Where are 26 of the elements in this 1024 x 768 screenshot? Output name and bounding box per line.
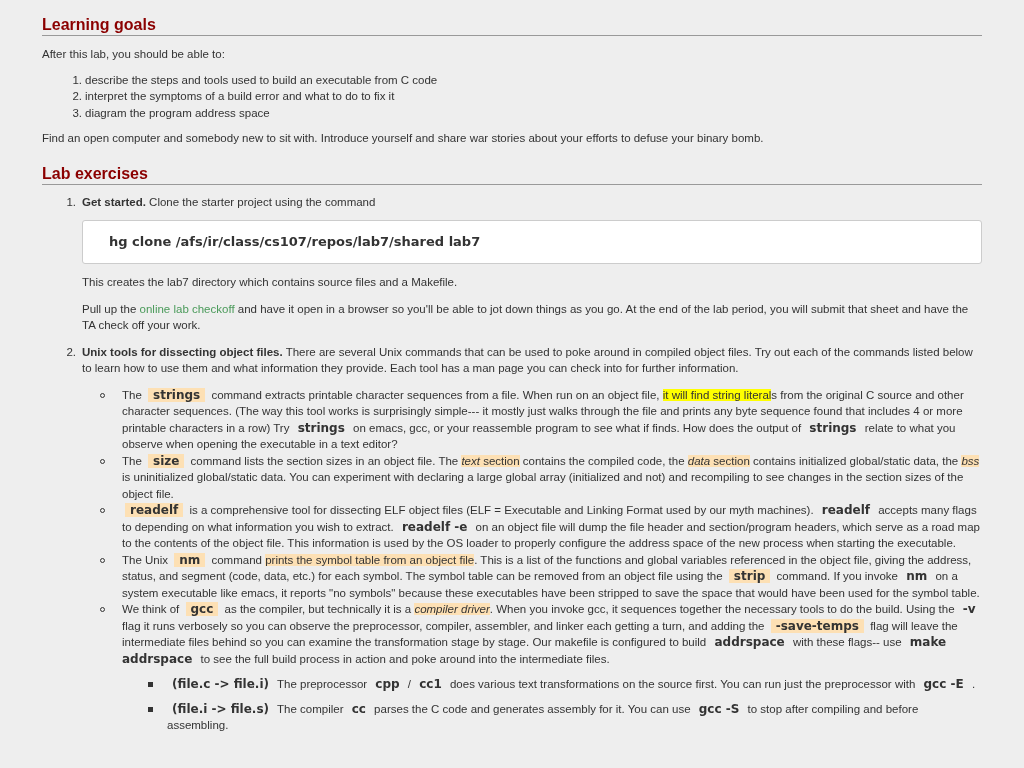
intro-text: After this lab, you should be able to:: [42, 47, 226, 62]
section-heading: Learning goals: [42, 16, 982, 36]
goal-text: describe the steps and tools used to build an executable from C code: [85, 72, 438, 88]
bullet-icon: [148, 682, 153, 687]
bullet-icon: [148, 706, 153, 712]
paragraph: The Unix nm command prints the symbol table from an object file. This is a list of the functions and global variables referenced in the object file, giving the address, status, and segment (code, data, etc.) for each symbol. The symbol table can be removed from an object file using the strip command. If you invoke nm on a system executable like emacs, it reports "no symbols" because these executables have been stripped to save the space that would have been used for the symbol table.: [122, 551, 981, 601]
paragraph: The size command lists the section sizes in an object file. The text section contains the compiled code, the data section contains initialized global/static data, the bss is uninitialized global/static data. You can experiment with declaring a large global array (initialized and not) and recompiling to see changes in the section sizes of the object file.: [122, 452, 981, 502]
section-heading: Lab exercises: [42, 164, 982, 185]
paragraph: This creates the lab7 directory which contains source files and a Makefile.: [82, 275, 459, 290]
list-number: 2.: [71, 89, 82, 104]
goal-text: diagram the program address space: [85, 105, 270, 121]
paragraph: We think of gcc as the compiler, but technically it is a compiler driver. When you invoke gcc, it sequences together the necessary tools to do the build. Using the -v flag it runs verbosely so you can observe the preprocessor, compiler, assembler, and linker each getting a turn, and adding the -save-temps flag will leave the intermediate files behind so you can examine the transformation stage by stage. Our makefile is configured to build addrspace with these flags-- use make addrspace to see the full build process in action and poke around into the intermediate files.: [122, 601, 977, 667]
link[interactable]: online lab checkoff: [139, 302, 235, 315]
paragraph: Pull up the online lab checkoff and have it open in a browser so you'll be able to jot down things as you go. At the end of the lab period, you will submit that sheet and have the TA check off your work.: [82, 301, 970, 333]
paragraph: (file.c -> file.i) The preprocessor cpp / cc1 does various text transformations on the source first. You can run just the preprocessor with gcc -E .: [171, 676, 977, 693]
list-number: 3.: [71, 105, 82, 121]
paragraph: Unix tools for dissecting object files. There are several Unix commands that can be used to poke around in compiled object files. Try out each of the commands listed below to learn how to use them and what information they provide. Each tool has a man page you can check into for further information.: [82, 344, 974, 376]
paragraph: readelf is a comprehensive tool for dissecting ELF object files (ELF = Executable and Linking Format used by our myth machines). readelf accepts many flags to depending on what information you wish to extract. readelf -e on an object file will dump the file header and section/program headers, which serve as a road map to the contents of the object file. This information is used by the OS loader to properly configure the address space of the new process when starting the executable.: [122, 502, 981, 551]
goal-text: interpret the symptoms of a build error and what to do to fix it: [85, 89, 395, 104]
paragraph: Get started. Clone the starter project using the command: [82, 194, 377, 210]
list-number: 2.: [65, 344, 76, 360]
closing-text: Find an open computer and somebody new to sit with. Introduce yourself and share war stories about your efforts to defuse your binary bomb.: [42, 131, 765, 146]
paragraph: (file.i -> file.s) The compiler cc parses the C code and generates assembly for it. You can use gcc -S to stop after compiling and before assembling.: [167, 700, 920, 733]
list-number: 1.: [71, 72, 82, 88]
list-number: 1.: [65, 194, 76, 210]
code-block: hg clone /afs/ir/class/cs107/repos/lab7/shared lab7: [82, 220, 982, 264]
